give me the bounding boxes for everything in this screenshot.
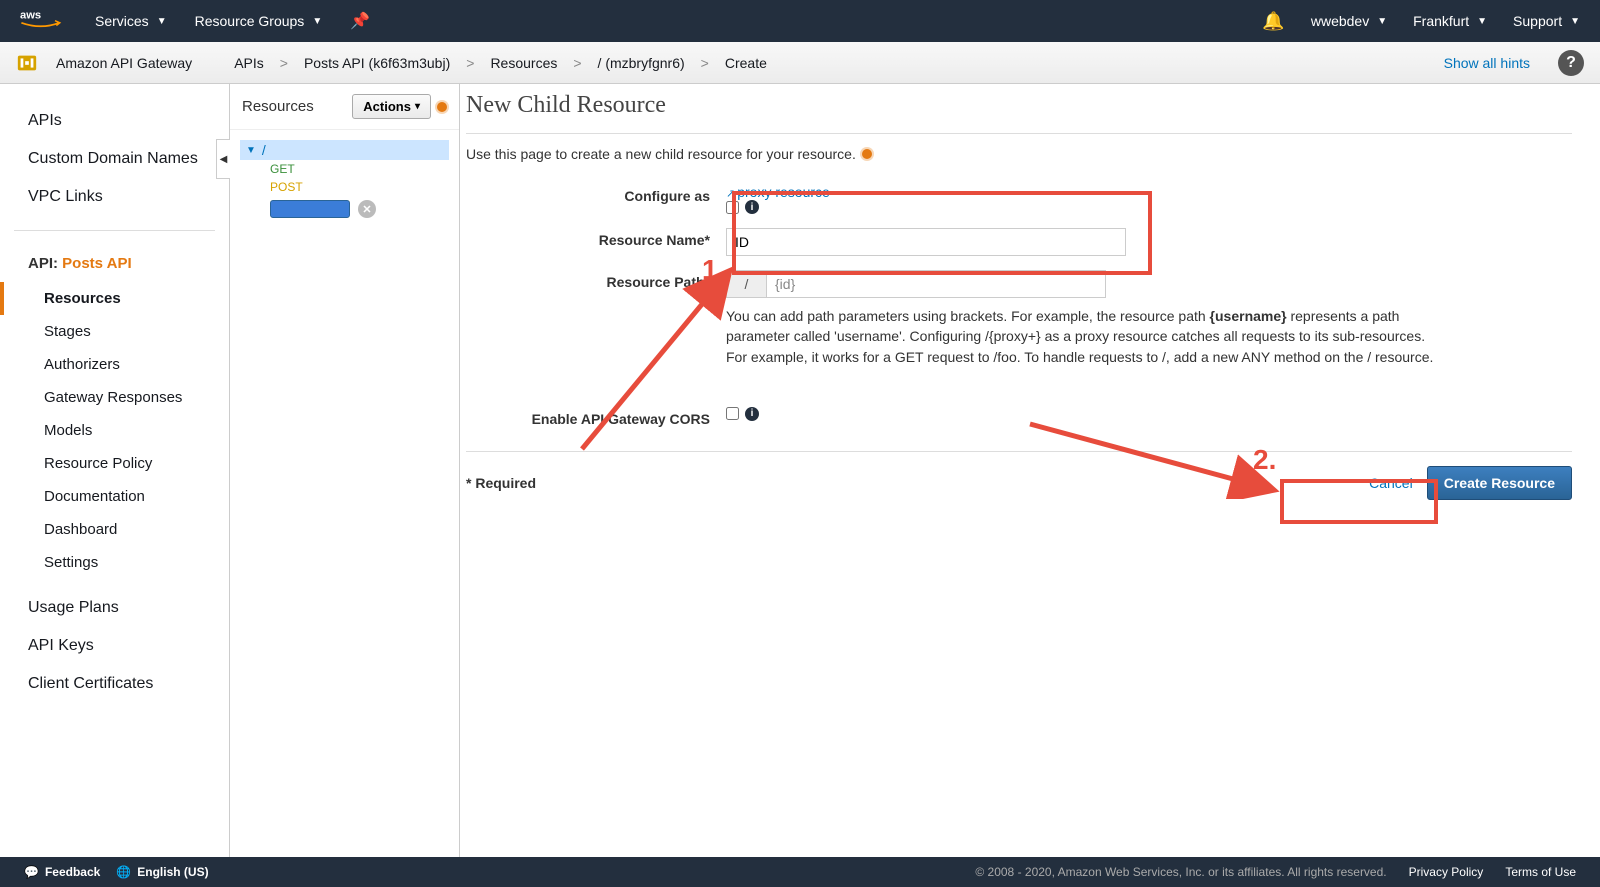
info-icon[interactable]: i bbox=[745, 407, 759, 421]
form-divider bbox=[466, 451, 1572, 452]
breadcrumb-root[interactable]: Amazon API Gateway bbox=[50, 55, 198, 71]
annotation-box-1 bbox=[732, 191, 1152, 275]
sidebar-stages[interactable]: Stages bbox=[0, 315, 229, 348]
breadcrumb-item[interactable]: Posts API (k6f63m3ubj) bbox=[298, 55, 456, 71]
top-nav: aws Services▼ Resource Groups▼ 📌 🔔 wwebd… bbox=[0, 0, 1600, 42]
sidebar-resources[interactable]: Resources bbox=[0, 282, 229, 315]
page-title: New Child Resource bbox=[466, 90, 1572, 119]
create-resource-button[interactable]: Create Resource bbox=[1427, 466, 1572, 500]
actions-button[interactable]: Actions▾ bbox=[352, 94, 431, 119]
collapse-panel-icon[interactable]: ◀ bbox=[216, 139, 230, 179]
support-menu[interactable]: Support▼ bbox=[1513, 13, 1580, 29]
breadcrumb-item[interactable]: APIs bbox=[228, 55, 270, 71]
privacy-link[interactable]: Privacy Policy bbox=[1409, 865, 1484, 879]
resource-path-help: You can add path parameters using bracke… bbox=[726, 306, 1446, 367]
required-note: * Required bbox=[466, 475, 536, 491]
sidebar-vpc-links[interactable]: VPC Links bbox=[0, 178, 229, 216]
breadcrumb-sep: > bbox=[456, 55, 484, 71]
breadcrumb-sep: > bbox=[563, 55, 591, 71]
footer: 💬Feedback 🌐English (US) © 2008 - 2020, A… bbox=[0, 857, 1600, 887]
sidebar-usage-plans[interactable]: Usage Plans bbox=[0, 589, 229, 627]
caret-down-icon: ▾ bbox=[415, 101, 420, 112]
breadcrumb-sep: > bbox=[691, 55, 719, 71]
resource-groups-menu[interactable]: Resource Groups▼ bbox=[195, 13, 323, 29]
sidebar-authorizers[interactable]: Authorizers bbox=[0, 348, 229, 381]
breadcrumb-sep: > bbox=[270, 55, 298, 71]
sidebar-api-label: API: Posts API bbox=[0, 245, 229, 282]
sidebar: APIs Custom Domain Names VPC Links API: … bbox=[0, 84, 230, 857]
show-hints-link[interactable]: Show all hints bbox=[1434, 55, 1540, 71]
caret-down-icon: ▼ bbox=[246, 145, 256, 156]
services-menu[interactable]: Services▼ bbox=[95, 13, 167, 29]
annotation-number-2: 2. bbox=[1253, 444, 1276, 476]
api-gateway-icon bbox=[16, 52, 38, 74]
breadcrumb-bar: Amazon API Gateway APIs > Posts API (k6f… bbox=[0, 42, 1600, 84]
annotation-number-1: 1. bbox=[702, 254, 725, 286]
resource-path-label: Resource Path* bbox=[466, 270, 726, 290]
cors-label: Enable API Gateway CORS bbox=[466, 407, 726, 427]
globe-icon: 🌐 bbox=[116, 865, 131, 879]
breadcrumb-item[interactable]: Resources bbox=[484, 55, 563, 71]
feedback-link[interactable]: 💬Feedback bbox=[24, 865, 100, 879]
resource-tree-panel: ◀ Resources Actions▾ ▼/ GET POST ✕ bbox=[230, 84, 460, 857]
caret-down-icon: ▼ bbox=[312, 16, 322, 27]
sidebar-documentation[interactable]: Documentation bbox=[0, 480, 229, 513]
tree-new-method-select[interactable] bbox=[270, 200, 350, 218]
sidebar-client-certs[interactable]: Client Certificates bbox=[0, 665, 229, 703]
configure-as-label: Configure as bbox=[466, 184, 726, 204]
chat-icon: 💬 bbox=[24, 865, 39, 879]
sidebar-gateway-responses[interactable]: Gateway Responses bbox=[0, 381, 229, 414]
tree-method-get[interactable]: GET bbox=[240, 160, 449, 178]
breadcrumb-item[interactable]: / (mzbryfgnr6) bbox=[592, 55, 691, 71]
sidebar-settings[interactable]: Settings bbox=[0, 546, 229, 579]
tree-method-post[interactable]: POST bbox=[240, 178, 449, 196]
cors-checkbox[interactable] bbox=[726, 407, 739, 420]
sidebar-models[interactable]: Models bbox=[0, 414, 229, 447]
caret-down-icon: ▼ bbox=[157, 16, 167, 27]
sidebar-custom-domain[interactable]: Custom Domain Names bbox=[0, 140, 229, 178]
annotation-box-2 bbox=[1280, 479, 1438, 524]
caret-down-icon: ▼ bbox=[1377, 16, 1387, 27]
terms-link[interactable]: Terms of Use bbox=[1505, 865, 1576, 879]
region-menu[interactable]: Frankfurt▼ bbox=[1413, 13, 1487, 29]
sidebar-resource-policy[interactable]: Resource Policy bbox=[0, 447, 229, 480]
notifications-icon[interactable]: 🔔 bbox=[1262, 11, 1284, 32]
breadcrumb-item: Create bbox=[719, 55, 773, 71]
svg-text:aws: aws bbox=[20, 9, 41, 21]
sidebar-api-keys[interactable]: API Keys bbox=[0, 627, 229, 665]
caret-down-icon: ▼ bbox=[1570, 16, 1580, 27]
tree-root-resource[interactable]: ▼/ bbox=[240, 140, 449, 160]
caret-down-icon: ▼ bbox=[1477, 16, 1487, 27]
aws-logo[interactable]: aws bbox=[20, 7, 77, 36]
help-icon[interactable]: ? bbox=[1558, 50, 1584, 76]
hint-dot-icon bbox=[437, 102, 447, 112]
language-menu[interactable]: 🌐English (US) bbox=[116, 865, 208, 879]
sidebar-divider bbox=[14, 230, 215, 231]
tree-title: Resources bbox=[242, 98, 314, 115]
pin-icon[interactable]: 📌 bbox=[350, 11, 370, 31]
resource-name-label: Resource Name* bbox=[466, 228, 726, 248]
close-icon[interactable]: ✕ bbox=[358, 200, 376, 218]
page-description: Use this page to create a new child reso… bbox=[466, 146, 1572, 162]
sidebar-apis[interactable]: APIs bbox=[0, 102, 229, 140]
footer-copyright: © 2008 - 2020, Amazon Web Services, Inc.… bbox=[975, 865, 1386, 879]
account-menu[interactable]: wwebdev▼ bbox=[1311, 13, 1387, 29]
content: New Child Resource Use this page to crea… bbox=[460, 84, 1600, 857]
hint-dot-icon bbox=[862, 149, 872, 159]
sidebar-dashboard[interactable]: Dashboard bbox=[0, 513, 229, 546]
